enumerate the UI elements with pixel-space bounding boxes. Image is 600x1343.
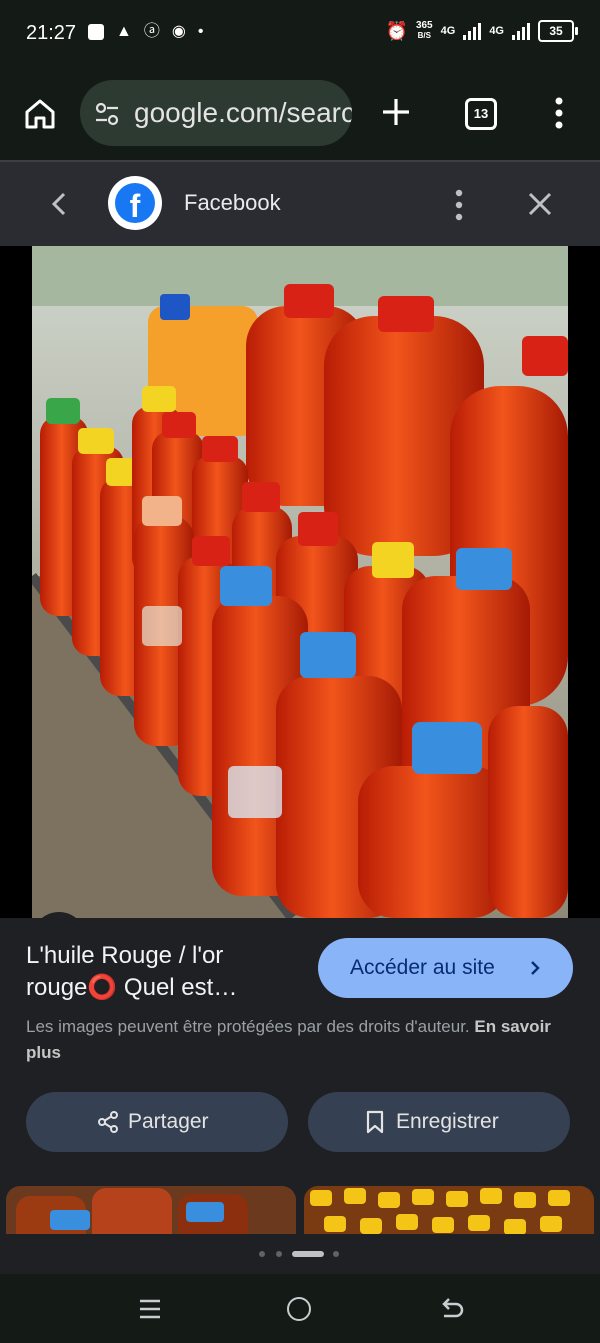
dot-icon: • (197, 23, 204, 40)
network-type-1: 4G (440, 25, 456, 37)
battery-level: 35 (549, 24, 563, 38)
facebook-icon: f (115, 183, 155, 223)
network-speed: 365 B/S (416, 21, 433, 41)
site-settings-icon[interactable] (94, 101, 120, 127)
tab-switcher-button[interactable]: 13 (465, 98, 497, 130)
signal-bars-1-icon (463, 22, 482, 40)
url-text: google.com/search (134, 97, 352, 128)
home-circle-icon[interactable] (287, 1297, 311, 1321)
copyright-notice: Les images peuvent être protégées par de… (26, 1014, 576, 1066)
notification-square-icon (88, 24, 104, 40)
bookmark-icon (366, 1110, 384, 1134)
system-navigation-bar (0, 1274, 600, 1343)
carousel-dot (259, 1251, 265, 1257)
copyright-text: Les images peuvent être protégées par de… (26, 1017, 470, 1036)
back-chevron-icon[interactable] (46, 190, 74, 218)
share-button[interactable]: Partager (26, 1092, 288, 1152)
close-icon[interactable] (526, 190, 554, 218)
overflow-menu-icon[interactable] (552, 96, 566, 130)
image-area (0, 246, 600, 966)
save-button[interactable]: Enregistrer (308, 1092, 570, 1152)
source-name: Facebook (184, 190, 281, 215)
visit-site-label: Accéder au site (350, 956, 495, 979)
speed-value: 365 (415, 20, 433, 31)
home-icon[interactable] (22, 96, 58, 132)
more-options-icon[interactable] (452, 188, 466, 222)
back-arrow-icon[interactable] (438, 1296, 464, 1322)
status-right-icons: ⏰ 365 B/S 4G 4G 35 (385, 20, 578, 42)
result-info-panel: L'huile Rouge / l'or rouge⭕ Quel est… Ac… (0, 918, 600, 1274)
chevron-right-icon (531, 961, 540, 975)
battery-icon: 35 (538, 20, 578, 42)
signal-bars-2-icon (512, 22, 530, 40)
sheet-header: f Facebook (0, 162, 600, 246)
alarm-icon: ⏰ (385, 20, 408, 41)
save-label: Enregistrer (396, 1110, 499, 1133)
share-icon (98, 1111, 118, 1133)
image-viewer-sheet: f Facebook L'huile Rouge / l'or rouge⭕ Q… (0, 162, 600, 1274)
tab-count: 13 (473, 106, 489, 121)
main-image[interactable] (32, 246, 568, 918)
carousel-dot (276, 1251, 282, 1257)
app-icon: ⓐ (143, 23, 160, 40)
carousel-dot (333, 1251, 339, 1257)
new-tab-icon[interactable] (380, 96, 412, 128)
share-label: Partager (128, 1110, 209, 1133)
status-bar: 21:27 ▲ ⓐ ◉ • ⏰ 365 B/S 4G 4G 35 (0, 0, 600, 66)
network-type-2: 4G (489, 25, 504, 37)
facebook-logo: f (108, 176, 162, 230)
browser-toolbar: google.com/search 13 (0, 66, 600, 162)
status-time: 21:27 (26, 22, 77, 44)
warning-icon: ▲ (116, 23, 132, 40)
visit-site-button[interactable]: Accéder au site (318, 938, 573, 998)
carousel-dot-active (292, 1251, 324, 1257)
chrome-icon: ◉ (171, 23, 186, 40)
status-left-icons: ▲ ⓐ ◉ • (88, 22, 203, 42)
recent-apps-icon[interactable] (138, 1298, 162, 1320)
speed-unit: B/S (417, 31, 431, 40)
result-title[interactable]: L'huile Rouge / l'or rouge⭕ Quel est… (26, 940, 296, 1004)
carousel-indicator (0, 1234, 600, 1274)
url-bar[interactable]: google.com/search (80, 80, 352, 146)
